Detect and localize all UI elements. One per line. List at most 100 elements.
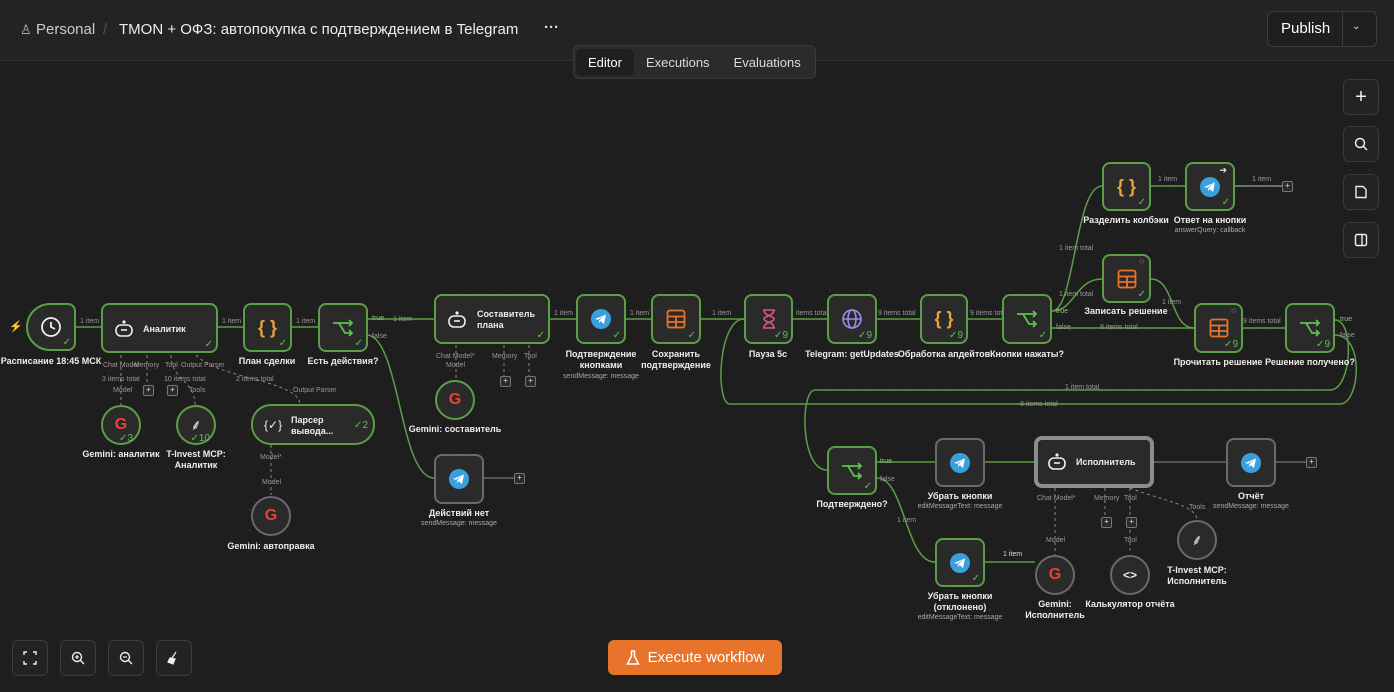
refresh-icon: ◌ — [1231, 306, 1236, 315]
node-subtitle: sendMessage: message — [563, 373, 639, 380]
add-tool-button[interactable]: + — [525, 376, 536, 387]
port-label: Model — [113, 387, 133, 394]
node-gemini-executor[interactable]: G — [1035, 555, 1075, 595]
port-label: Chat Model* — [1037, 495, 1076, 502]
node-executor[interactable]: Исполнитель — [1034, 436, 1154, 488]
node-gemini-analyst[interactable]: G ✓3 — [101, 405, 141, 445]
node-tinvest-analyst[interactable]: ⸙ ✓10 — [176, 405, 216, 445]
branch-icon — [1017, 310, 1038, 328]
robot-icon — [115, 320, 133, 337]
sticky-note-button[interactable] — [1343, 174, 1379, 210]
port-label: Memory — [1094, 495, 1120, 502]
node-has-actions[interactable]: ✓ — [318, 303, 368, 352]
node-record-decision[interactable]: ◌ ✓ — [1102, 254, 1151, 303]
chevron-down-icon[interactable]: ⌄ — [1352, 21, 1360, 32]
node-confirmed[interactable]: ✓ — [827, 446, 877, 495]
node-save-confirm[interactable]: ✓ — [651, 294, 701, 344]
node-no-actions[interactable] — [434, 454, 484, 504]
node-label: Исполнитель — [1167, 576, 1227, 586]
add-node-panel-button[interactable]: + — [1343, 79, 1379, 115]
node-subtitle: answerQuery: callback — [1174, 227, 1246, 234]
code-braces-icon: { } — [257, 317, 278, 337]
fit-view-icon — [23, 651, 37, 665]
port-label: Tool — [1124, 495, 1137, 502]
node-tinvest-executor[interactable]: ⸙ — [1177, 520, 1217, 560]
edge-label: items total — [796, 310, 828, 317]
node-split-callbacks[interactable]: { } ✓ — [1102, 162, 1151, 211]
tidy-up-button[interactable] — [156, 640, 192, 676]
tab-evaluations[interactable]: Evaluations — [722, 49, 813, 76]
add-node-button[interactable]: + — [1306, 457, 1317, 468]
edge — [1129, 487, 1198, 521]
workflow-canvas[interactable]: 1 item 1 item 1 item true 1 item false 1… — [0, 0, 1394, 692]
edge-label: 1 item total — [1059, 291, 1094, 298]
edge-label: true — [880, 458, 893, 465]
search-button[interactable] — [1343, 126, 1379, 162]
publish-button[interactable]: Publish — [1281, 20, 1330, 37]
edge-label: false — [372, 333, 387, 340]
node-remove-buttons-rejected[interactable]: ✓ — [935, 538, 985, 587]
add-memory-button[interactable]: + — [1101, 517, 1112, 528]
node-plan[interactable]: { } ✓ — [243, 303, 292, 352]
edge-label: 1 item — [712, 310, 732, 317]
edge-label: 1 item — [80, 318, 100, 325]
node-composer[interactable]: Составитель плана ✓ — [434, 294, 550, 344]
port-label: Memory — [492, 353, 518, 360]
node-subtitle: editMessageText: message — [917, 614, 1003, 621]
success-check-icon: ✓ — [971, 573, 980, 584]
node-decision-received[interactable]: ✓9 — [1285, 303, 1335, 353]
add-node-button[interactable]: + — [514, 473, 525, 484]
add-memory-button[interactable]: + — [500, 376, 511, 387]
node-title: Составитель — [477, 309, 536, 319]
success-check-icon: ✓ — [687, 330, 696, 341]
edge-label: false — [1056, 324, 1071, 331]
add-memory-button[interactable]: + — [143, 385, 154, 396]
node-subtitle: sendMessage: message — [1213, 503, 1289, 510]
node-gemini-autofix[interactable]: G — [251, 496, 291, 536]
node-label: Разделить колбэки — [1083, 215, 1169, 225]
node-confirm-buttons[interactable]: ✓ — [576, 294, 626, 344]
more-menu-icon[interactable]: ··· — [544, 19, 559, 36]
edge-label: 1 item — [222, 318, 242, 325]
zoom-in-button[interactable] — [60, 640, 96, 676]
add-tool-button[interactable]: + — [167, 385, 178, 396]
success-check-icon: ✓9 — [949, 330, 963, 341]
node-schedule[interactable]: ✓ — [26, 303, 76, 351]
node-analyst[interactable]: Аналитик ✓ — [101, 303, 218, 353]
node-answer-buttons[interactable]: ➔ ✓ — [1185, 162, 1235, 211]
node-report[interactable] — [1226, 438, 1276, 487]
node-remove-buttons[interactable] — [935, 438, 985, 487]
edge-label: 1 item total — [1059, 245, 1094, 252]
tab-executions[interactable]: Executions — [634, 49, 722, 76]
node-pause[interactable]: ✓9 — [744, 294, 793, 344]
workflow-title[interactable]: TMON + ОФЗ: автопокупка с подтверждением… — [119, 21, 518, 38]
edge-label: 1 item — [1003, 551, 1023, 558]
node-label: Gemini: составитель — [408, 424, 502, 434]
fit-view-button[interactable] — [12, 640, 48, 676]
add-node-button[interactable]: + — [1282, 181, 1293, 192]
robot-icon — [448, 311, 466, 328]
node-buttons-pressed[interactable]: ✓ — [1002, 294, 1052, 344]
node-gemini-composer[interactable]: G — [435, 380, 475, 420]
success-check-icon: ✓3 — [119, 433, 133, 444]
node-label: Gemini: — [1038, 599, 1072, 609]
zoom-out-button[interactable] — [108, 640, 144, 676]
add-tool-button[interactable]: + — [1126, 517, 1137, 528]
tab-editor[interactable]: Editor — [576, 48, 634, 76]
node-process-updates[interactable]: { } ✓9 — [920, 294, 968, 344]
node-title: вывода... — [291, 426, 334, 436]
node-calc-report[interactable]: <> — [1110, 555, 1150, 595]
node-parser[interactable]: {✓} Парсер вывода... ✓2 — [251, 404, 375, 445]
edge-label: 8 items total — [1100, 324, 1138, 331]
code-icon: <> — [1122, 568, 1138, 582]
user-icon: ♙ — [20, 22, 32, 37]
node-get-updates[interactable]: ✓9 — [827, 294, 877, 344]
node-label: Обработка апдейтов — [897, 349, 991, 359]
node-read-decision[interactable]: ◌ ✓9 — [1194, 303, 1243, 353]
edge-label: 1 item — [897, 517, 917, 524]
node-label: подтверждение — [641, 360, 711, 370]
execute-workflow-button[interactable]: Execute workflow — [608, 640, 782, 675]
edge-label: 8 items total — [1020, 401, 1058, 408]
toggle-panel-button[interactable] — [1343, 222, 1379, 258]
breadcrumb-workspace[interactable]: Personal — [36, 21, 95, 38]
